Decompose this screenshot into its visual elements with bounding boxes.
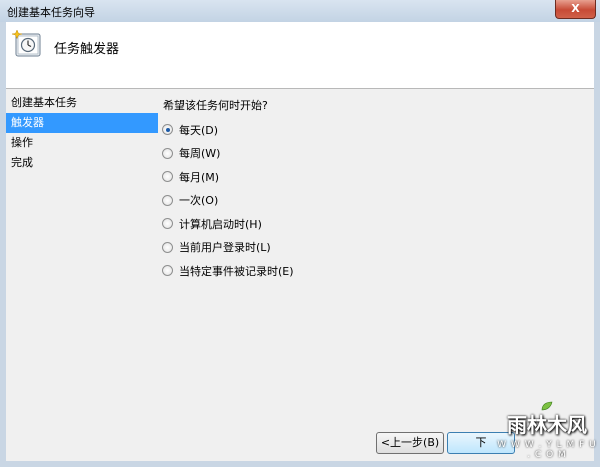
watermark-logo: 雨林木风 W W W . Y L M F U . C O M <box>497 401 597 460</box>
radio-monthly[interactable] <box>162 171 173 183</box>
window-title: 创建基本任务向导 <box>7 6 95 19</box>
nav-item-label: 完成 <box>11 156 33 169</box>
nav-item-create-basic-task[interactable]: 创建基本任务 <box>6 93 158 113</box>
option-monthly[interactable]: 每月(M) <box>162 165 294 189</box>
option-label: 一次(O) <box>179 194 219 208</box>
option-label: 计算机启动时(H) <box>179 217 262 231</box>
wizard-header: 任务触发器 <box>6 22 594 89</box>
option-label: 每月(M) <box>179 170 220 184</box>
trigger-question: 希望该任务何时开始? <box>163 99 268 112</box>
radio-computer-startup[interactable] <box>162 218 173 230</box>
option-once[interactable]: 一次(O) <box>162 189 294 213</box>
radio-user-logon[interactable] <box>162 241 173 253</box>
option-label: 每天(D) <box>179 123 219 137</box>
watermark-text: 雨林木风 <box>507 413 587 437</box>
title-bar: 创建基本任务向导 X <box>0 0 600 22</box>
option-computer-startup[interactable]: 计算机启动时(H) <box>162 212 294 236</box>
radio-event-logged[interactable] <box>162 265 173 277</box>
radio-once[interactable] <box>162 194 173 206</box>
trigger-options: 每天(D) 每周(W) 每月(M) 一次(O) 计算机启动时(H) 当前用户登录… <box>162 118 294 283</box>
nav-item-trigger[interactable]: 触发器 <box>6 113 158 133</box>
close-button[interactable]: X <box>555 0 596 19</box>
option-daily[interactable]: 每天(D) <box>162 118 294 142</box>
nav-item-label: 创建基本任务 <box>11 96 77 109</box>
radio-weekly[interactable] <box>162 147 173 159</box>
radio-daily[interactable] <box>162 124 173 136</box>
nav-item-label: 操作 <box>11 136 33 149</box>
watermark-url: W W W . Y L M F U . C O M <box>497 440 597 460</box>
option-label: 当特定事件被记录时(E) <box>179 264 294 278</box>
back-button[interactable]: <上一步(B) <box>376 432 444 454</box>
close-icon: X <box>571 2 580 15</box>
nav-item-label: 触发器 <box>11 116 44 129</box>
step-nav: 创建基本任务 触发器 操作 完成 <box>6 93 158 173</box>
option-weekly[interactable]: 每周(W) <box>162 142 294 166</box>
option-user-logon[interactable]: 当前用户登录时(L) <box>162 236 294 260</box>
option-label: 当前用户登录时(L) <box>179 241 271 255</box>
task-clock-icon <box>12 29 41 57</box>
option-label: 每周(W) <box>179 147 221 161</box>
nav-item-action[interactable]: 操作 <box>6 133 158 153</box>
option-event-logged[interactable]: 当特定事件被记录时(E) <box>162 259 294 283</box>
nav-item-finish[interactable]: 完成 <box>6 153 158 173</box>
page-title: 任务触发器 <box>54 42 120 57</box>
